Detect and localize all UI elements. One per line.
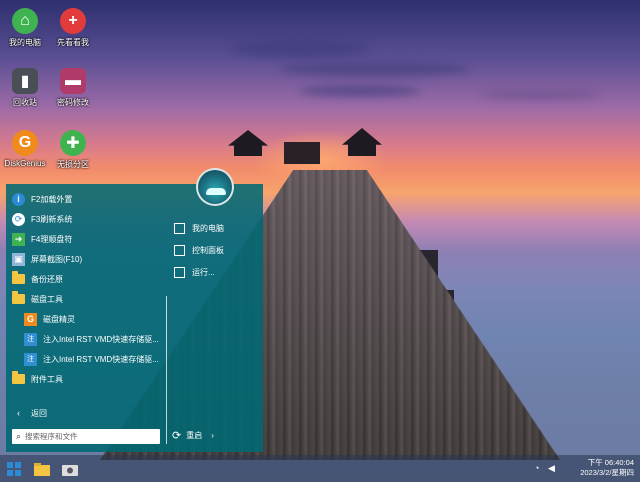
folder-icon [12, 371, 25, 384]
start-button[interactable] [4, 459, 24, 479]
folder-icon [12, 271, 25, 284]
menu-item-disk-genius[interactable]: G 磁盘精灵 [24, 310, 75, 328]
search-box[interactable]: ⌕ [12, 429, 160, 444]
arrow-icon: ➜ [12, 232, 25, 246]
menu-item-backup-restore[interactable]: 备份还原 [12, 270, 63, 288]
info-icon: i [12, 192, 25, 206]
tray-network-icon[interactable]: ◔ [534, 463, 539, 473]
camera-icon [62, 464, 78, 476]
desktop-icon-password[interactable]: ▬ 密码修改 [45, 68, 101, 108]
diskgenius-icon: G [12, 130, 38, 156]
back-button[interactable]: ‹ 返回 [12, 404, 47, 422]
user-avatar[interactable] [196, 168, 234, 206]
recycle-bin-icon: ▮ [12, 68, 38, 94]
tray-volume-icon[interactable]: ◀ [548, 463, 555, 474]
menu-item-drive-letters[interactable]: ➜ F4理顺盘符 [12, 230, 72, 248]
search-input[interactable] [25, 432, 146, 441]
desktop-icon-partition[interactable]: ✚ 无损分区 [45, 130, 101, 170]
menu-item-disk-tools[interactable]: 磁盘工具 [12, 290, 63, 308]
desktop-icon-look-first[interactable]: + 先看看我 [45, 8, 101, 48]
diskgenius-icon: G [24, 312, 37, 326]
right-item-my-computer[interactable]: 我的电脑 [174, 220, 224, 236]
menu-item-load-external[interactable]: i F2加载外置 [12, 190, 72, 208]
windows-icon [7, 462, 21, 476]
menu-item-inject-rst-2[interactable]: 注 注入Intel RST VMD快速存储驱... [24, 350, 159, 368]
plus-icon: + [60, 8, 86, 34]
driver-icon: 注 [24, 332, 37, 346]
car-icon [206, 188, 226, 195]
menu-item-screenshot[interactable]: ▣ 屏幕截图(F10) [12, 250, 82, 268]
search-icon: ⌕ [16, 431, 22, 441]
restart-icon: ⟳ [172, 430, 182, 442]
folder-icon [34, 462, 50, 476]
start-menu: i F2加载外置 ⟳ F3刷新系统 ➜ F4理顺盘符 ▣ 屏幕截图(F10) 备… [6, 168, 263, 452]
partition-icon: ✚ [60, 130, 86, 156]
control-panel-icon [174, 244, 185, 256]
folder-icon [12, 291, 25, 304]
menu-divider [166, 296, 167, 444]
menu-item-refresh-system[interactable]: ⟳ F3刷新系统 [12, 210, 72, 228]
screenshot-tool-button[interactable] [60, 459, 80, 479]
menu-item-inject-rst-1[interactable]: 注 注入Intel RST VMD快速存储驱... [24, 330, 159, 348]
clock[interactable]: 下午 06:40:04 2023/3/2/星期四 [580, 458, 634, 478]
menu-item-accessories[interactable]: 附件工具 [12, 370, 63, 388]
screenshot-icon: ▣ [12, 252, 25, 266]
right-item-run[interactable]: 运行... [174, 264, 215, 280]
computer-icon [174, 222, 185, 234]
chevron-left-icon: ‹ [17, 408, 20, 418]
computer-icon: ⌂ [12, 8, 38, 34]
password-icon: ▬ [60, 68, 86, 94]
refresh-icon: ⟳ [12, 212, 25, 226]
run-icon [174, 266, 185, 278]
taskbar: ◔ ◀ 下午 06:40:04 2023/3/2/星期四 [0, 455, 640, 482]
driver-icon: 注 [24, 352, 37, 366]
start-menu-program-list: i F2加载外置 ⟳ F3刷新系统 ➜ F4理顺盘符 ▣ 屏幕截图(F10) 备… [6, 184, 164, 452]
right-item-control-panel[interactable]: 控制面板 [174, 242, 224, 258]
restart-button[interactable]: ⟳ 重启 › [172, 429, 214, 442]
chevron-right-icon: › [211, 431, 214, 440]
file-explorer-button[interactable] [32, 459, 52, 479]
